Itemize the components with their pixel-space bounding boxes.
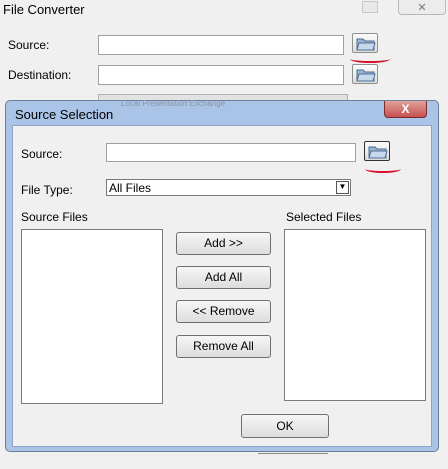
file-type-label: File Type: [21, 183, 73, 197]
dropdown-button[interactable]: ▼ [336, 181, 349, 194]
dialog-source-label: Source: [21, 147, 63, 161]
red-underline-mark [350, 55, 390, 63]
red-underline-mark [365, 165, 401, 173]
file-type-select[interactable]: All Files ▼ [106, 179, 351, 196]
selected-files-label: Selected Files [286, 210, 362, 224]
folder-icon [356, 69, 376, 82]
folder-icon [356, 38, 376, 51]
faint-title-text: Local Presentation Exchange [121, 99, 226, 108]
destination-browse-button[interactable] [352, 64, 378, 84]
source-files-list[interactable] [21, 229, 163, 404]
dialog-body: Source: File Type: All Files ▼ Source Fi… [12, 125, 432, 447]
destination-partial-label [362, 1, 378, 13]
remove-all-button[interactable]: Remove All [176, 335, 271, 358]
destination-input[interactable] [98, 65, 344, 85]
source-files-label: Source Files [21, 210, 88, 224]
folder-icon [368, 146, 388, 159]
destination-label: Destination: [8, 68, 72, 82]
dialog-title: Source Selection [15, 107, 114, 122]
ok-button[interactable]: OK [241, 414, 329, 438]
source-browse-button[interactable] [352, 33, 378, 53]
dialog-close-button[interactable]: X [384, 101, 427, 118]
source-selection-dialog: Source Selection Local Presentation Exch… [5, 99, 439, 452]
file-type-value: All Files [109, 181, 152, 195]
remove-button[interactable]: << Remove [176, 300, 271, 323]
source-label: Source: [8, 38, 50, 52]
bottom-edge [258, 451, 328, 454]
selected-files-list[interactable] [284, 229, 426, 401]
main-close-button[interactable]: ✕ [398, 0, 446, 15]
close-icon: X [401, 102, 410, 116]
chevron-down-icon: ▼ [338, 182, 347, 191]
source-input[interactable] [98, 35, 344, 55]
close-icon: ✕ [417, 2, 427, 14]
dialog-source-input[interactable] [106, 143, 356, 162]
main-title: File Converter [3, 2, 85, 17]
add-all-button[interactable]: Add All [176, 266, 271, 289]
dialog-source-browse-button[interactable] [364, 141, 390, 161]
add-button[interactable]: Add >> [176, 232, 271, 255]
